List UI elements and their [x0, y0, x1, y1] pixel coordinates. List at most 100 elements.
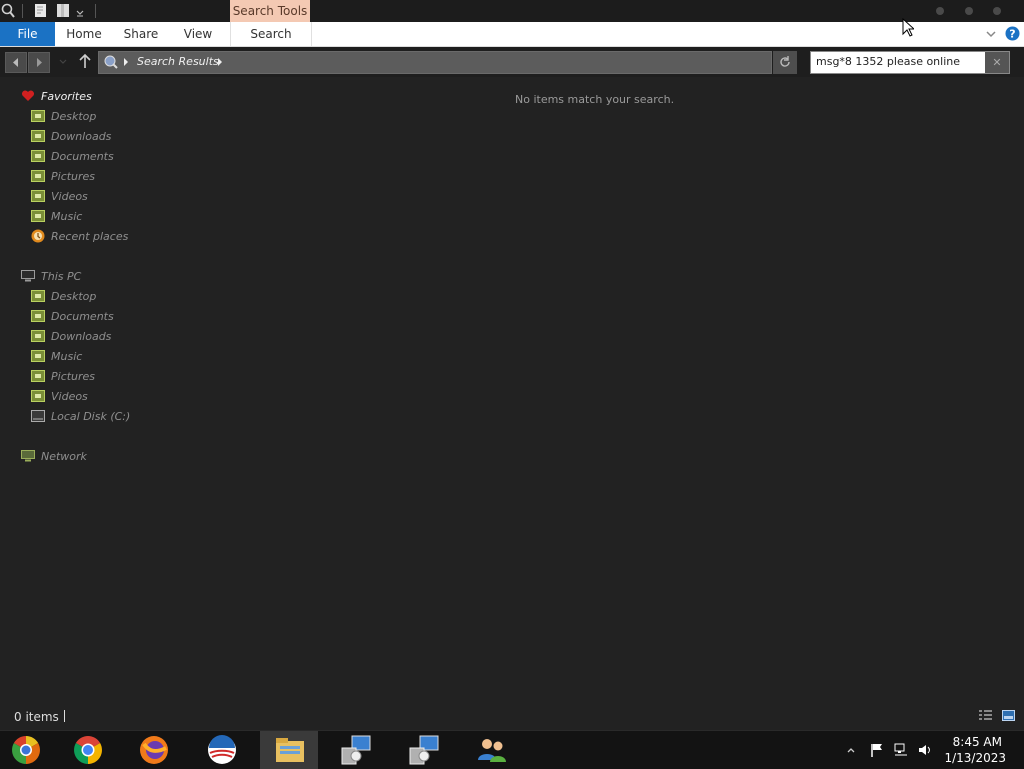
network-icon — [21, 450, 35, 462]
network-setup-icon — [341, 735, 371, 765]
ribbon-tabs: File Home Share View Search ? — [0, 22, 1024, 47]
nav-favorites-videos[interactable]: Videos — [31, 188, 151, 206]
refresh-button[interactable] — [773, 51, 797, 74]
minimize-button[interactable] — [936, 7, 944, 15]
tab-search[interactable]: Search — [230, 22, 312, 46]
search-tools-context-tab: Search Tools — [230, 0, 310, 22]
clock-time[interactable]: 8:45 AM — [953, 735, 1002, 749]
music-folder-icon — [31, 350, 45, 362]
videos-folder-icon — [31, 190, 45, 202]
action-center-flag-icon[interactable] — [870, 743, 884, 757]
nav-favorites[interactable]: Favorites — [21, 88, 141, 106]
nav-pc-videos[interactable]: Videos — [31, 388, 151, 406]
local-disk-icon — [31, 410, 45, 422]
nav-favorites-recent-places[interactable]: Recent places — [31, 228, 151, 246]
search-results-icon — [104, 55, 118, 69]
pictures-folder-icon — [31, 370, 45, 382]
documents-folder-icon — [31, 310, 45, 322]
nav-this-pc[interactable]: This PC — [21, 268, 141, 286]
search-input[interactable]: msg*8 1352 please online ✕ — [810, 51, 1010, 74]
volume-icon[interactable] — [918, 743, 932, 757]
separator — [22, 4, 23, 18]
firefox-icon — [140, 736, 168, 764]
taskbar-app-file-explorer[interactable] — [260, 731, 318, 769]
taskbar-app-network-setup-2[interactable] — [394, 731, 452, 769]
downloads-folder-icon — [31, 130, 45, 142]
separator — [95, 4, 96, 18]
nav-favorites-desktop[interactable]: Desktop — [31, 108, 151, 126]
tab-view[interactable]: View — [174, 22, 222, 46]
up-arrow-icon[interactable] — [78, 53, 92, 70]
address-bar[interactable]: Search Results — [98, 51, 772, 74]
nav-favorites-downloads[interactable]: Downloads — [31, 128, 151, 146]
users-icon — [478, 739, 506, 762]
forward-button[interactable] — [28, 52, 50, 73]
taskbar: 8:45 AM 1/13/2023 — [0, 730, 1024, 769]
heart-icon — [21, 90, 35, 101]
chrome-canary-icon — [12, 736, 40, 764]
breadcrumb-search-results[interactable]: Search Results — [137, 55, 219, 68]
title-bar: Search Tools — [0, 0, 1024, 22]
videos-folder-icon — [31, 390, 45, 402]
computer-icon — [21, 270, 35, 282]
status-item-count: 0 items — [14, 710, 59, 724]
customize-quick-access-icon[interactable] — [75, 3, 85, 18]
details-view-icon[interactable] — [979, 710, 992, 721]
expand-ribbon-icon[interactable] — [985, 29, 997, 39]
maximize-button[interactable] — [965, 7, 973, 15]
taskbar-app-chrome[interactable] — [58, 731, 116, 769]
nav-pc-local-disk[interactable]: Local Disk (C:) — [31, 408, 151, 426]
network-setup-icon — [409, 735, 439, 765]
desktop-icon — [31, 290, 45, 302]
new-folder-icon[interactable] — [56, 3, 70, 18]
network-status-icon[interactable] — [894, 743, 908, 757]
taskbar-app-network-setup-1[interactable] — [326, 731, 384, 769]
properties-icon[interactable] — [34, 3, 48, 18]
pictures-folder-icon — [31, 170, 45, 182]
nav-pc-documents[interactable]: Documents — [31, 308, 151, 326]
nav-pc-music[interactable]: Music — [31, 348, 151, 366]
obama-logo-icon — [208, 735, 236, 764]
file-explorer-icon — [276, 738, 304, 762]
mouse-cursor-icon — [902, 18, 914, 37]
recent-locations-icon[interactable] — [58, 57, 68, 67]
show-hidden-icons-icon[interactable] — [846, 745, 856, 755]
taskbar-app-campaign[interactable] — [192, 731, 250, 769]
desktop-icon — [31, 110, 45, 122]
nav-favorites-documents[interactable]: Documents — [31, 148, 151, 166]
taskbar-app-firefox[interactable] — [124, 731, 182, 769]
nav-network[interactable]: Network — [21, 448, 141, 466]
taskbar-app-chrome-canary[interactable] — [0, 731, 58, 769]
status-separator — [64, 710, 65, 722]
tab-share[interactable]: Share — [117, 22, 165, 46]
clock-date[interactable]: 1/13/2023 — [944, 751, 1006, 765]
tab-file[interactable]: File — [0, 22, 55, 46]
magnifier-icon[interactable] — [1, 3, 15, 18]
back-button[interactable] — [5, 52, 27, 73]
taskbar-app-users[interactable] — [462, 731, 520, 769]
nav-pc-downloads[interactable]: Downloads — [31, 328, 151, 346]
breadcrumb-chevron-icon[interactable] — [217, 58, 223, 66]
back-arrow-icon — [13, 58, 18, 67]
documents-folder-icon — [31, 150, 45, 162]
breadcrumb-chevron-icon[interactable] — [123, 58, 129, 66]
search-query-text[interactable]: msg*8 1352 please online — [816, 55, 960, 68]
nav-pc-desktop[interactable]: Desktop — [31, 288, 151, 306]
forward-arrow-icon — [37, 58, 42, 67]
empty-results-message: No items match your search. — [515, 93, 675, 106]
recent-places-icon — [31, 229, 45, 243]
tab-home[interactable]: Home — [60, 22, 108, 46]
music-folder-icon — [31, 210, 45, 222]
address-row: Search Results msg*8 1352 please online … — [0, 47, 1024, 77]
nav-pc-pictures[interactable]: Pictures — [31, 368, 151, 386]
nav-favorites-pictures[interactable]: Pictures — [31, 168, 151, 186]
svg-text:?: ? — [1009, 28, 1015, 41]
refresh-icon — [780, 56, 790, 67]
chrome-icon — [74, 736, 102, 764]
help-icon[interactable]: ? — [1005, 26, 1020, 41]
clear-search-button[interactable]: ✕ — [985, 52, 1009, 73]
nav-favorites-music[interactable]: Music — [31, 208, 151, 226]
close-button[interactable] — [993, 7, 1001, 15]
downloads-folder-icon — [31, 330, 45, 342]
large-icons-view-icon[interactable] — [1002, 710, 1015, 721]
